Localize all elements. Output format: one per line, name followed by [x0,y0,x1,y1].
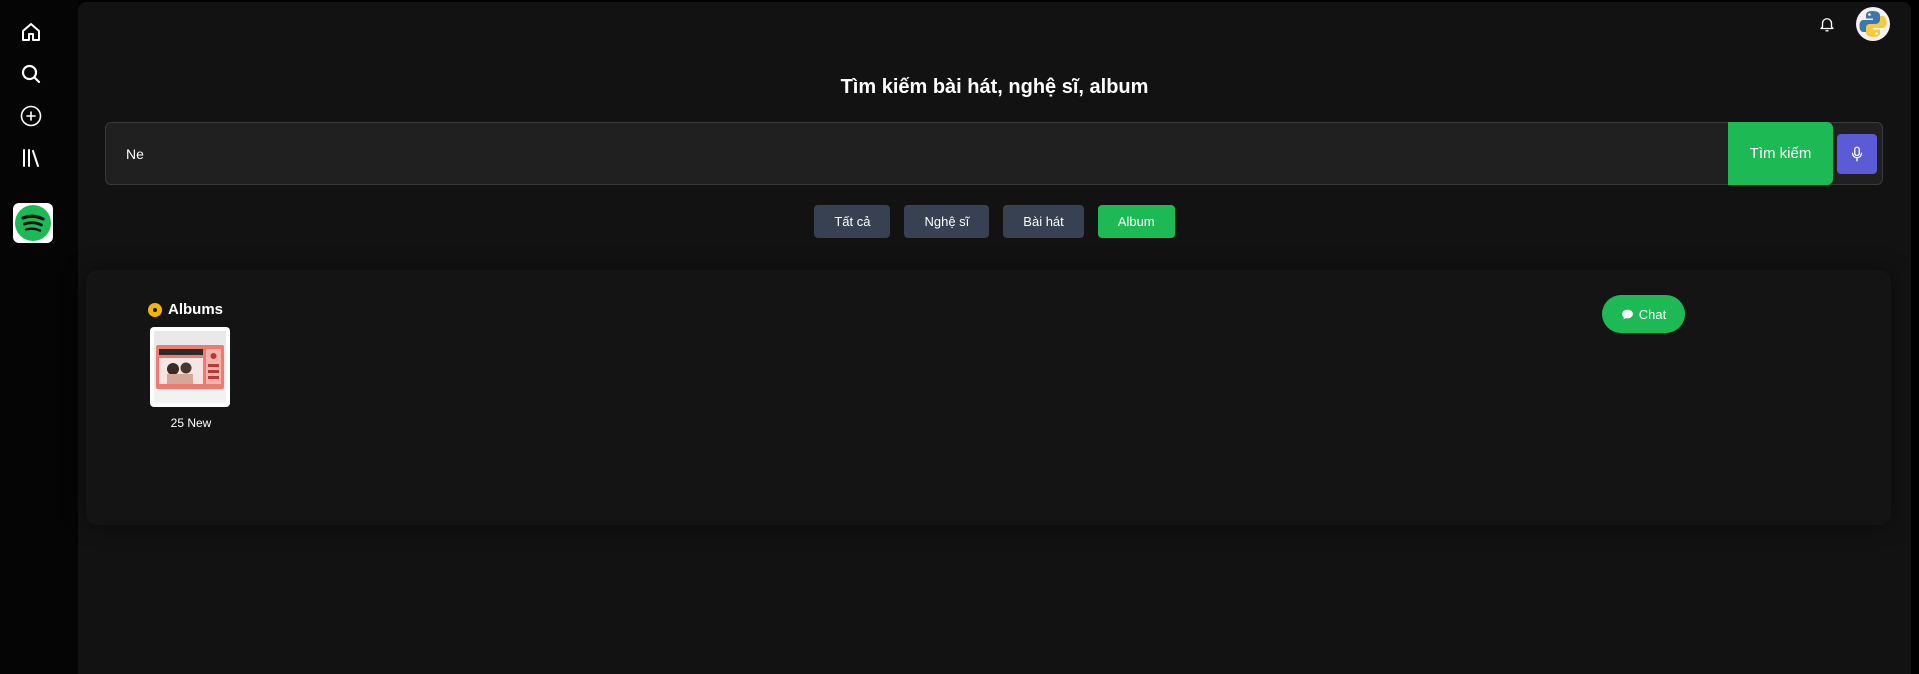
disc-icon [148,302,162,317]
microphone-icon [1851,146,1863,162]
section-title: Albums [168,301,224,318]
album-name: 25 New [170,416,212,430]
chat-button[interactable]: Chat [1602,295,1685,333]
filter-tabs: Tất cả Nghệ sĩ Bài hát Album [78,205,1911,238]
search-button[interactable]: Tìm kiếm [1728,122,1833,185]
avatar[interactable] [1856,7,1890,41]
search-bar: Tìm kiếm [105,122,1883,185]
home-icon [22,23,40,41]
notification-button[interactable] [1815,12,1839,36]
python-logo-avatar [1859,11,1887,37]
filter-artists-button[interactable]: Nghệ sĩ [904,205,990,238]
album-cover [150,327,230,407]
filter-album-button[interactable]: Album [1097,205,1175,238]
page-title: Tìm kiếm bài hát, nghệ sĩ, album [840,76,1149,98]
spotify-logo-icon [15,205,51,241]
library-nav-button[interactable] [15,142,47,174]
search-input[interactable] [106,123,1728,184]
voice-search-button[interactable] [1837,134,1877,174]
album-card[interactable]: 25 New [150,327,232,430]
albums-section-header: Albums [148,301,223,318]
sidebar [0,0,78,674]
home-nav-button[interactable] [15,16,47,48]
create-nav-button[interactable] [15,100,47,132]
bell-icon [1820,18,1834,32]
library-icon [23,149,39,167]
chat-bubble-icon [1621,309,1633,319]
search-nav-button[interactable] [15,58,47,90]
chat-label: Chat [1638,306,1667,322]
spotify-logo[interactable] [13,203,53,243]
filter-all-button[interactable]: Tất cả [814,205,891,238]
scrollbar[interactable] [1911,0,1919,674]
search-icon [21,64,41,84]
add-circle-icon [20,105,42,127]
filter-songs-button[interactable]: Bài hát [1003,205,1084,238]
